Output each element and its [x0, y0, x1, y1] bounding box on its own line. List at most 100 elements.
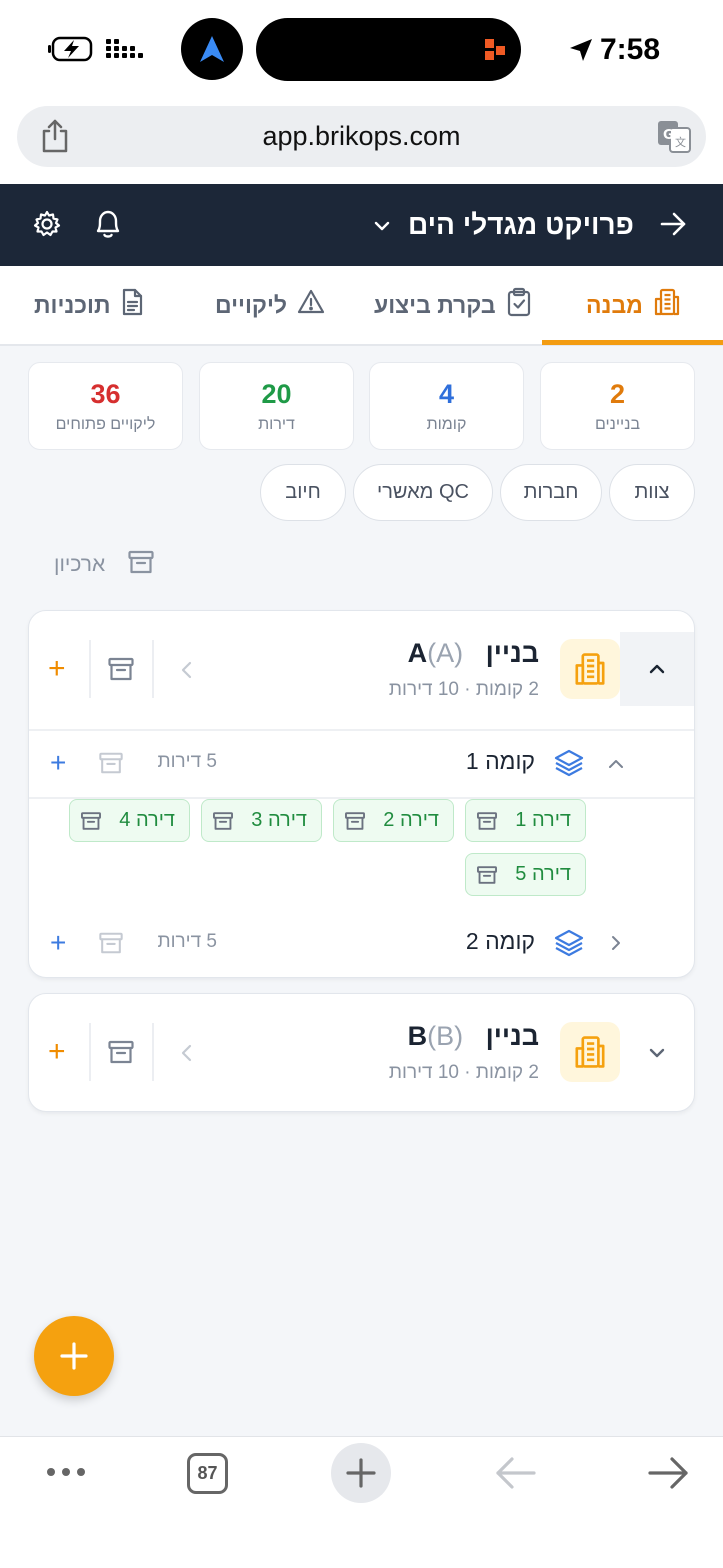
apartment-label: דירה 4 [119, 809, 175, 831]
clipboard-check-icon [506, 287, 532, 323]
tab-label: בקרת ביצוע [374, 291, 496, 318]
archive-link[interactable]: ארכיון [54, 545, 155, 585]
building-title[interactable]: בניין A(A) [408, 638, 539, 669]
chip-qc-approvers[interactable]: מאשרי QC [353, 464, 493, 521]
gear-icon[interactable] [32, 209, 62, 239]
divider [89, 640, 91, 698]
plus-icon [346, 1458, 376, 1488]
svg-text:G: G [663, 128, 674, 143]
building-name: בניין [485, 1021, 539, 1051]
active-tab-indicator [542, 340, 723, 345]
bell-icon[interactable] [92, 207, 124, 241]
tab-execution-control[interactable]: בקרת ביצוע [374, 266, 532, 344]
apartment-label: דירה 3 [251, 809, 307, 831]
building-code-parenthetical: (A) [427, 638, 464, 668]
stat-value: 36 [90, 379, 121, 409]
more-icon[interactable] [46, 1464, 86, 1485]
building-code-parenthetical: (B) [427, 1021, 464, 1051]
apartment-chip-3[interactable]: דירה 3 [201, 799, 322, 842]
arrow-right-icon[interactable] [658, 209, 688, 239]
floating-add-button[interactable] [34, 1316, 114, 1396]
floor-label[interactable]: קומה 1 [466, 748, 535, 775]
chip-companies[interactable]: חברות [500, 464, 602, 521]
chevron-down-icon[interactable] [372, 216, 392, 236]
archive-icon[interactable] [107, 655, 135, 688]
archive-icon[interactable] [212, 810, 234, 832]
stat-value: 20 [261, 379, 292, 409]
chip-team[interactable]: צוות [609, 464, 695, 521]
archive-icon[interactable] [98, 750, 124, 781]
archive-label: ארכיון [54, 553, 106, 576]
warning-icon [297, 288, 325, 322]
building-subtitle: 2 קומות · 10 דירות [388, 1062, 539, 1083]
archive-icon[interactable] [476, 810, 498, 832]
back-arrow-icon[interactable] [494, 1455, 536, 1496]
floor-apartment-count: 5 דירות [157, 751, 217, 772]
tab-structure[interactable]: מבנה [586, 266, 681, 344]
stat-value: 4 [438, 379, 455, 409]
apartment-chip-5[interactable]: דירה 5 [465, 853, 586, 896]
stat-card-buildings: 2 בניינים [540, 362, 695, 450]
tabs-count-button[interactable]: 87 [187, 1453, 228, 1494]
stat-card-open-defects: 36 ליקויים פתוחים [28, 362, 183, 450]
stat-value: 2 [609, 379, 626, 409]
divider [89, 1023, 91, 1081]
archive-icon [127, 548, 155, 582]
archive-icon[interactable] [107, 1038, 135, 1071]
archive-icon[interactable] [476, 864, 498, 886]
add-apartment-button[interactable]: + [50, 929, 66, 957]
collapse-building-button[interactable] [620, 632, 694, 706]
new-tab-button[interactable] [331, 1443, 391, 1503]
chevron-left-icon[interactable] [178, 1043, 196, 1068]
plus-icon [60, 1342, 88, 1370]
navigation-indicator [181, 18, 243, 80]
battery-icon [48, 36, 96, 62]
tab-label: ליקויים [215, 291, 288, 318]
apartment-chip-4[interactable]: דירה 4 [69, 799, 190, 842]
add-floor-button[interactable]: + [48, 654, 66, 684]
translate-icon[interactable]: G 文 [656, 118, 692, 154]
apartment-label: דירה 2 [383, 809, 439, 831]
svg-text:文: 文 [675, 135, 686, 149]
apartment-chip-1[interactable]: דירה 1 [465, 799, 586, 842]
archive-icon[interactable] [344, 810, 366, 832]
building-icon [560, 639, 620, 699]
building-code: A [407, 638, 428, 668]
share-icon[interactable] [38, 118, 72, 154]
signal-icon [106, 37, 144, 61]
apartment-label: דירה 1 [515, 809, 571, 831]
layers-icon [554, 928, 584, 963]
apartment-label: דירה 5 [515, 863, 571, 885]
apartment-chip-2[interactable]: דירה 2 [333, 799, 454, 842]
time-text: 7:58 [600, 33, 661, 66]
tab-defects[interactable]: ליקויים [215, 266, 325, 344]
project-title[interactable]: פרויקט מגדלי הים [408, 184, 634, 266]
floor-label[interactable]: קומה 2 [466, 928, 535, 955]
stat-label: ליקויים פתוחים [55, 416, 156, 433]
chevron-right-icon[interactable] [606, 933, 626, 958]
stat-label: קומות [426, 416, 467, 433]
tab-label: מבנה [586, 291, 643, 318]
chevron-left-icon[interactable] [178, 660, 196, 685]
building-code: B [407, 1021, 428, 1051]
divider [152, 1023, 154, 1081]
building-title[interactable]: בניין B(B) [408, 1021, 539, 1052]
chip-billing[interactable]: חיוב [260, 464, 346, 521]
url-text[interactable]: app.brikops.com [0, 106, 723, 167]
add-apartment-button[interactable]: + [50, 749, 66, 777]
add-floor-button[interactable]: + [48, 1037, 66, 1067]
app-activity-icon [482, 36, 508, 62]
building-icon [653, 287, 681, 323]
document-icon [120, 288, 144, 322]
tab-plans[interactable]: תוכניות [34, 266, 144, 344]
tab-label: תוכניות [34, 291, 111, 318]
status-time: 7:58 [568, 28, 660, 72]
archive-icon[interactable] [98, 930, 124, 961]
forward-arrow-icon[interactable] [648, 1455, 690, 1496]
stat-card-apartments: 20 דירות [199, 362, 354, 450]
archive-icon[interactable] [80, 810, 102, 832]
chevron-up-icon[interactable] [606, 754, 626, 779]
divider [29, 729, 694, 731]
building-name: בניין [485, 638, 539, 668]
chevron-down-icon[interactable] [647, 1043, 667, 1068]
